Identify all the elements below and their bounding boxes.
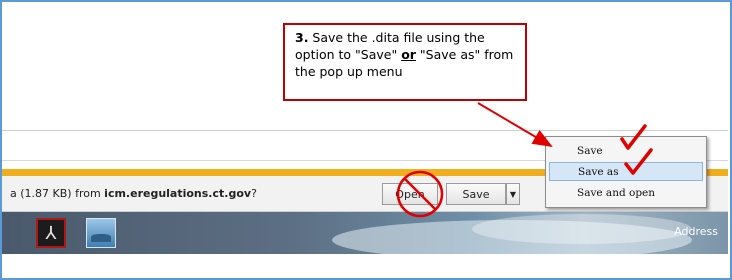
pdf-glyph: ⅄ <box>45 222 57 244</box>
pdf-reader-icon[interactable]: ⅄ <box>36 218 66 248</box>
download-message-end: ? <box>251 187 257 200</box>
step-number: 3. <box>295 30 309 45</box>
menu-item-save-and-open[interactable]: Save and open <box>549 183 703 202</box>
download-message: a (1.87 KB) from icm.eregulations.ct.gov… <box>10 187 257 200</box>
wallpaper-wave <box>472 214 692 244</box>
address-label: Address <box>674 225 718 238</box>
menu-item-label: Save <box>577 144 603 157</box>
save-popup-menu: Save Save as Save and open <box>545 136 707 208</box>
menu-item-label: Save as <box>578 165 619 178</box>
save-button[interactable]: Save <box>446 183 506 205</box>
image-viewer-icon[interactable] <box>86 218 116 248</box>
callout-text-or: or <box>401 47 416 62</box>
menu-item-label: Save and open <box>577 186 656 199</box>
open-button[interactable]: Open <box>382 183 438 205</box>
taskbar: ⅄ Address <box>2 212 728 254</box>
download-size-text: a (1.87 KB) from <box>10 187 105 200</box>
divider <box>2 130 728 131</box>
save-options-dropdown-button[interactable]: ▼ <box>506 183 520 205</box>
instruction-callout: 3. Save the .dita file using the option … <box>283 23 527 101</box>
menu-item-save[interactable]: Save <box>549 141 703 160</box>
menu-item-save-as[interactable]: Save as <box>549 162 703 181</box>
download-host: icm.eregulations.ct.gov <box>104 187 252 200</box>
